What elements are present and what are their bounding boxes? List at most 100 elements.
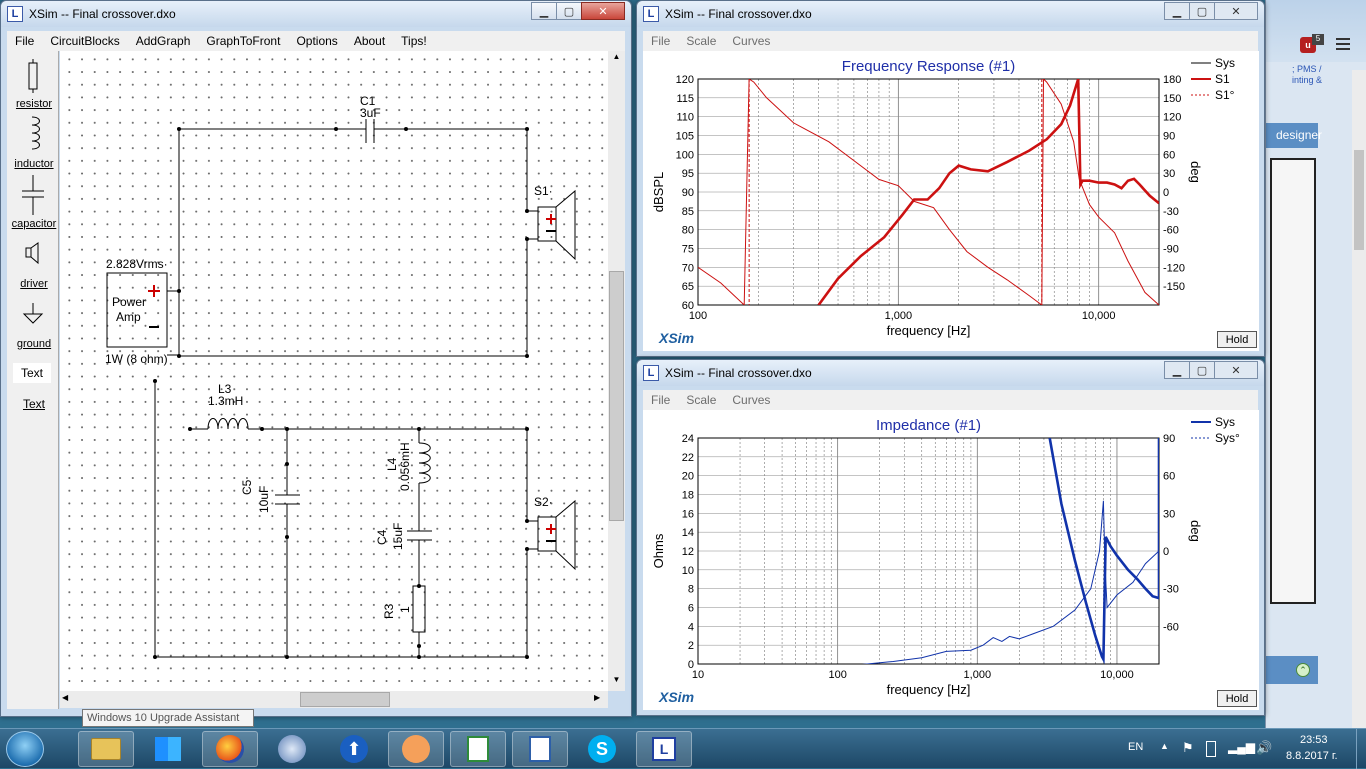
background-window-tab[interactable]: designer [1266, 123, 1322, 148]
menu-circuitblocks[interactable]: CircuitBlocks [42, 34, 127, 48]
y-axis-label: Ohms [651, 533, 666, 568]
menu-tips[interactable]: Tips! [393, 34, 435, 48]
impedance-window: L XSim -- Final crossover.dxo ▁ ▢ ✕ File… [636, 359, 1265, 716]
menu-curves[interactable]: Curves [724, 34, 778, 48]
frequency-response-chart[interactable]: 60 65 70 75 80 85 90 95 100 105 110 115 120 -150 -120 -… [643, 51, 1259, 351]
toolbox-resistor[interactable]: resistor [9, 98, 59, 110]
browser-top-strip [1266, 0, 1366, 62]
y-tick-label: 75 [682, 244, 694, 256]
start-button[interactable] [6, 731, 44, 767]
expand-icon[interactable]: ⌃ [1296, 663, 1310, 677]
scroll-down-button[interactable]: ▼ [609, 675, 624, 690]
battery-icon[interactable] [1206, 741, 1216, 757]
y-axis-label: dBSPL [651, 172, 666, 212]
toolbox: resistor inductor capacitor driver groun… [7, 51, 59, 709]
close-button[interactable]: ✕ [1214, 361, 1258, 379]
taskbar-explorer[interactable] [78, 731, 134, 767]
scroll-left-button[interactable]: ◀ [62, 693, 68, 702]
capacitor-icon[interactable] [20, 175, 46, 215]
vertical-scrollbar[interactable]: ▲ ▼ [608, 51, 625, 691]
vertical-scroll-thumb[interactable] [609, 271, 624, 521]
toolbox-text[interactable]: Text [9, 397, 59, 411]
source-label-1: Power [112, 295, 147, 309]
taskbar-windows[interactable] [140, 731, 196, 767]
volume-icon[interactable]: 🔊 [1256, 740, 1272, 756]
speaker-icon[interactable] [23, 241, 43, 265]
taskbar-app-orange[interactable] [388, 731, 444, 767]
taskbar-firefox[interactable] [202, 731, 258, 767]
resistor-icon[interactable] [26, 59, 40, 93]
minimize-button[interactable]: ▁ [1164, 361, 1190, 379]
taskbar-update[interactable]: ⬆ [326, 731, 382, 767]
y2-tick-label: -60 [1163, 621, 1179, 633]
toolbox-capacitor[interactable]: capacitor [9, 218, 59, 230]
menu-addgraph[interactable]: AddGraph [128, 34, 199, 48]
text-icon[interactable]: Text [13, 363, 51, 383]
taskbar-document[interactable] [512, 731, 568, 767]
menu-scale[interactable]: Scale [678, 34, 724, 48]
menu-file[interactable]: File [643, 34, 678, 48]
r3-label: R3 [382, 603, 396, 619]
frequency-titlebar[interactable]: L XSim -- Final crossover.dxo ▁ ▢ ✕ [637, 1, 1264, 27]
app-icon: L [643, 365, 659, 381]
frequency-menubar: File Scale Curves [643, 31, 1258, 51]
horizontal-scrollbar[interactable]: ◀ ▶ [60, 691, 608, 708]
background-panel-header [1266, 656, 1318, 684]
document-icon [529, 736, 551, 762]
menu-about[interactable]: About [346, 34, 393, 48]
y2-tick-label: 30 [1163, 508, 1175, 520]
background-scroll-thumb[interactable] [1354, 150, 1364, 250]
y-tick-label: 115 [676, 93, 694, 105]
c4-label: C4 [375, 529, 389, 545]
close-button[interactable]: ✕ [581, 2, 625, 20]
menu-graphtofront[interactable]: GraphToFront [198, 34, 288, 48]
toolbox-ground[interactable]: ground [9, 338, 59, 350]
menu-curves[interactable]: Curves [724, 393, 778, 407]
show-desktop-button[interactable] [1356, 729, 1366, 769]
menu-scale[interactable]: Scale [678, 393, 724, 407]
clock-date[interactable]: 8.8.2017 г. [1286, 750, 1338, 762]
taskbar-spreadsheet[interactable] [450, 731, 506, 767]
signal-icon[interactable]: ▂▄▆ [1228, 740, 1255, 754]
impedance-chart[interactable]: 024681012141618202224-60-30030609010 100 1… [643, 410, 1259, 710]
s1-label: S1· [534, 184, 553, 198]
skype-icon: S [588, 735, 616, 763]
circuit-canvas[interactable]: C1 3uF S1· S2· 2.828Vrms· Power Amp 1W (… [60, 51, 608, 691]
impedance-chart-area: 0 2 4 6 8 10 12 14 16 18 20 22 24 -60 -30 0 30 60 90 10 100 1… [643, 410, 1259, 710]
menu-file[interactable]: File [643, 393, 678, 407]
menu-icon[interactable] [1336, 38, 1350, 50]
toolbox-inductor[interactable]: inductor [9, 158, 59, 170]
taskbar-xsim[interactable]: L [636, 731, 692, 767]
inductor-icon[interactable] [26, 115, 44, 155]
ground-icon[interactable] [21, 301, 45, 325]
hold-button[interactable]: Hold [1217, 690, 1257, 707]
impedance-titlebar[interactable]: L XSim -- Final crossover.dxo ▁ ▢ ✕ [637, 360, 1264, 386]
y2-tick-label: 90 [1163, 131, 1175, 143]
toolbox-driver[interactable]: driver [9, 278, 59, 290]
frequency-chart-area: 60 65 70 75 80 85 90 95 100 105 110 115 120 -150 -120 -… [643, 51, 1259, 351]
y2-tick-label: 60 [1163, 149, 1175, 161]
maximize-button[interactable]: ▢ [1189, 361, 1215, 379]
clock-time[interactable]: 23:53 [1300, 734, 1328, 746]
minimize-button[interactable]: ▁ [531, 2, 557, 20]
scroll-up-button[interactable]: ▲ [609, 52, 624, 67]
menu-options[interactable]: Options [288, 34, 345, 48]
menu-file[interactable]: File [7, 34, 42, 48]
source-voltage: 2.828Vrms· [106, 257, 168, 271]
l4-value: 0.056mH [398, 442, 412, 491]
scroll-right-button[interactable]: ▶ [594, 693, 600, 702]
tray-expand-icon[interactable]: ▲ [1160, 741, 1169, 751]
y2-tick-label: 180 [1163, 74, 1181, 86]
horizontal-scroll-thumb[interactable] [300, 692, 390, 707]
hold-button[interactable]: Hold [1217, 331, 1257, 348]
minimize-button[interactable]: ▁ [1164, 2, 1190, 20]
circuit-titlebar[interactable]: L XSim -- Final crossover.dxo ▁ ▢ ✕ [1, 1, 631, 27]
close-button[interactable]: ✕ [1214, 2, 1258, 20]
taskbar-skype[interactable]: S [574, 731, 630, 767]
taskbar-thunderbird[interactable] [264, 731, 320, 767]
flag-icon[interactable]: ⚑ [1182, 740, 1194, 756]
maximize-button[interactable]: ▢ [1189, 2, 1215, 20]
language-indicator[interactable]: EN [1128, 741, 1143, 753]
maximize-button[interactable]: ▢ [556, 2, 582, 20]
x-tick-label: 1,000 [964, 669, 992, 681]
